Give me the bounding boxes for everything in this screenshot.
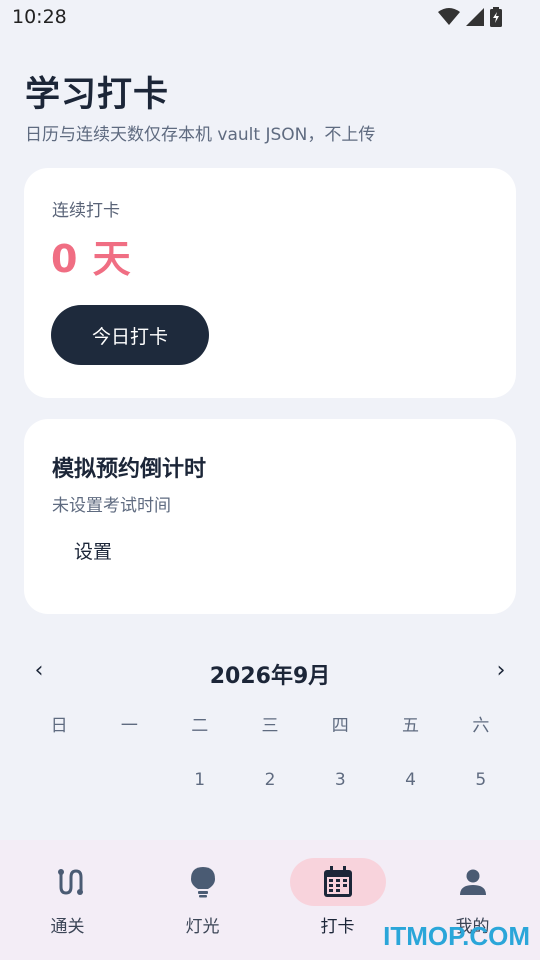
nav-label: 灯光 bbox=[185, 917, 220, 937]
wifi-icon bbox=[438, 8, 460, 25]
weekday-label: 一 bbox=[120, 716, 138, 736]
exam-countdown-title: 模拟预约倒计时 bbox=[52, 457, 207, 482]
page-title: 学习打卡 bbox=[25, 75, 170, 115]
person-icon bbox=[459, 869, 486, 895]
nav-item-levels[interactable]: 通关 bbox=[0, 840, 135, 960]
weekday-label: 二 bbox=[191, 716, 209, 736]
battery-icon bbox=[490, 7, 502, 27]
nav-label: 通关 bbox=[50, 917, 85, 937]
watermark-logo: ITMOP.COM bbox=[383, 921, 530, 951]
calendar-next-month-button[interactable]: › bbox=[486, 658, 516, 683]
calendar-day[interactable]: 5 bbox=[446, 766, 516, 794]
calendar-day-empty bbox=[94, 766, 164, 794]
status-bar: 10:28 bbox=[0, 0, 540, 38]
calendar-day[interactable]: 1 bbox=[165, 766, 235, 794]
calendar-day[interactable]: 4 bbox=[375, 766, 445, 794]
nav-pill bbox=[425, 858, 521, 906]
status-time: 10:28 bbox=[12, 6, 67, 28]
nav-item-lighting[interactable]: 灯光 bbox=[135, 840, 270, 960]
calendar-week-row: 1 2 3 4 5 bbox=[24, 766, 516, 794]
weekday-label: 五 bbox=[402, 716, 420, 736]
route-icon bbox=[57, 869, 83, 895]
streak-value: 0 天 bbox=[51, 237, 132, 281]
checkin-button[interactable]: 今日打卡 bbox=[51, 305, 209, 365]
exam-settings-button[interactable]: 设置 bbox=[58, 531, 128, 570]
status-icons bbox=[438, 7, 502, 27]
nav-pill-active bbox=[289, 858, 386, 906]
exam-countdown-card: 模拟预约倒计时 未设置考试时间 设置 bbox=[24, 419, 516, 614]
weekday-label: 日 bbox=[50, 716, 68, 736]
calendar-day[interactable]: 3 bbox=[305, 766, 375, 794]
streak-card: 连续打卡 0 天 今日打卡 bbox=[24, 168, 516, 398]
page-subtitle: 日历与连续天数仅存本机 vault JSON，不上传 bbox=[25, 125, 376, 145]
calendar-header: 2026年9月 ‹ › bbox=[24, 656, 516, 692]
nav-label: 打卡 bbox=[320, 917, 355, 937]
weekday-label: 四 bbox=[331, 716, 349, 736]
calendar-prev-month-button[interactable]: ‹ bbox=[24, 658, 54, 683]
exam-countdown-status: 未设置考试时间 bbox=[52, 496, 171, 516]
nav-pill bbox=[155, 858, 251, 906]
nav-pill bbox=[20, 858, 116, 906]
lightbulb-icon bbox=[190, 867, 215, 898]
calendar-day-empty bbox=[24, 766, 94, 794]
calendar-weekday-row: 日 一 二 三 四 五 六 bbox=[24, 712, 516, 740]
calendar-day[interactable]: 2 bbox=[235, 766, 305, 794]
signal-icon bbox=[466, 8, 484, 26]
streak-label: 连续打卡 bbox=[52, 201, 120, 221]
calendar-icon bbox=[323, 866, 352, 897]
calendar-month-title: 2026年9月 bbox=[209, 664, 331, 689]
weekday-label: 三 bbox=[261, 716, 279, 736]
weekday-label: 六 bbox=[472, 716, 490, 736]
